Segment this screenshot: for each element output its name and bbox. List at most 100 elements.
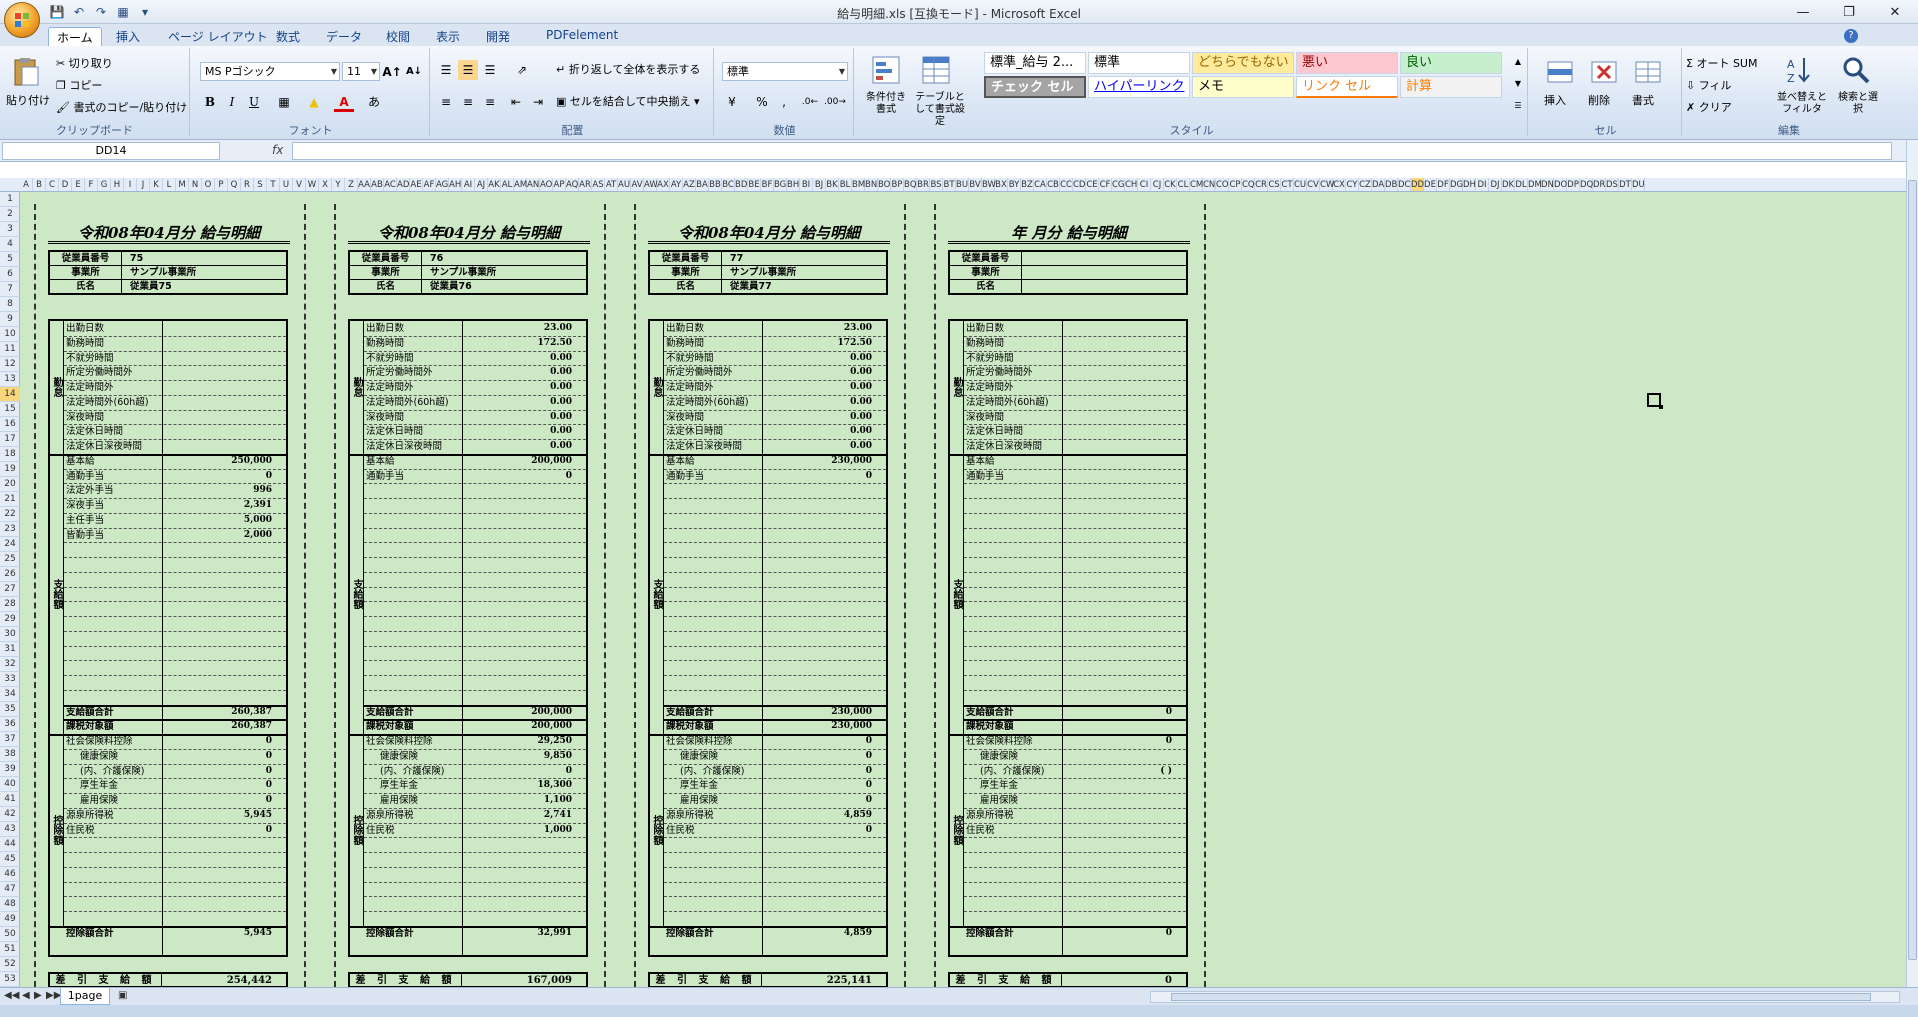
row-header[interactable]: 31 bbox=[0, 642, 20, 657]
sheet-tab-1page[interactable]: 1page bbox=[60, 988, 110, 1005]
sort-filter-icon[interactable]: AZ bbox=[1784, 54, 1816, 86]
total-deduction-value[interactable]: 4,859 bbox=[844, 926, 872, 941]
column-header[interactable]: BE bbox=[748, 178, 761, 191]
deduction-value[interactable]: 0 bbox=[266, 778, 272, 793]
tab-2[interactable]: ページ レイアウト bbox=[160, 27, 276, 46]
column-header[interactable]: DP bbox=[1567, 178, 1580, 191]
fill-color-icon[interactable]: ▲ bbox=[304, 92, 324, 112]
font-name-select[interactable]: MS Pゴシック ▼ bbox=[200, 62, 340, 81]
deduction-value[interactable]: 0 bbox=[266, 793, 272, 808]
total-deduction-value[interactable]: 0 bbox=[1166, 926, 1172, 941]
column-header[interactable]: DU bbox=[1632, 178, 1645, 191]
row-header[interactable]: 15 bbox=[0, 402, 20, 417]
deduction-value[interactable]: 0 bbox=[266, 764, 272, 779]
column-header[interactable]: AI bbox=[462, 178, 475, 191]
row-header[interactable]: 12 bbox=[0, 357, 20, 372]
column-header[interactable]: AJ bbox=[475, 178, 488, 191]
deduction-value[interactable]: 0 bbox=[266, 749, 272, 764]
column-header[interactable]: CI bbox=[1138, 178, 1151, 191]
column-header[interactable]: AC bbox=[384, 178, 397, 191]
column-header[interactable]: DR bbox=[1593, 178, 1606, 191]
row-header[interactable]: 20 bbox=[0, 477, 20, 492]
column-header[interactable]: C bbox=[46, 178, 59, 191]
horizontal-scrollbar[interactable] bbox=[1150, 991, 1900, 1003]
deduction-value[interactable]: 0 bbox=[866, 778, 872, 793]
tab-6[interactable]: 表示 bbox=[428, 27, 468, 46]
horizontal-scroll-thumb[interactable] bbox=[1171, 993, 1871, 1001]
style-cell-1[interactable]: 標準 bbox=[1088, 52, 1190, 74]
column-header[interactable]: AW bbox=[644, 178, 658, 191]
prev-sheet-icon[interactable]: ◀ bbox=[22, 990, 30, 1001]
column-header[interactable]: CX bbox=[1333, 178, 1346, 191]
pay-item-value[interactable]: 0 bbox=[866, 469, 872, 484]
column-header[interactable]: D bbox=[59, 178, 72, 191]
underline-button[interactable]: U bbox=[244, 92, 264, 112]
deduction-value[interactable]: 0 bbox=[866, 749, 872, 764]
column-header[interactable]: BD bbox=[735, 178, 748, 191]
column-header[interactable]: AF bbox=[423, 178, 436, 191]
column-header[interactable]: CM bbox=[1190, 178, 1203, 191]
row-header[interactable]: 42 bbox=[0, 807, 20, 822]
column-header[interactable]: AA bbox=[358, 178, 371, 191]
percent-button[interactable]: % bbox=[752, 92, 772, 112]
row-header[interactable]: 40 bbox=[0, 777, 20, 792]
attendance-value[interactable]: 0.00 bbox=[550, 439, 572, 454]
column-header[interactable]: BL bbox=[839, 178, 852, 191]
column-header[interactable]: BV bbox=[969, 178, 982, 191]
column-header[interactable]: BN bbox=[865, 178, 878, 191]
column-header[interactable]: DL bbox=[1515, 178, 1528, 191]
row-header[interactable]: 51 bbox=[0, 942, 20, 957]
total-value[interactable]: 230,000 bbox=[831, 705, 872, 720]
row-header[interactable]: 35 bbox=[0, 702, 20, 717]
row-header[interactable]: 28 bbox=[0, 597, 20, 612]
column-header[interactable]: BG bbox=[774, 178, 787, 191]
row-header[interactable]: 43 bbox=[0, 822, 20, 837]
row-header[interactable]: 45 bbox=[0, 852, 20, 867]
deduction-value[interactable]: 0 bbox=[866, 734, 872, 749]
column-header[interactable]: M bbox=[176, 178, 189, 191]
column-header[interactable]: DQ bbox=[1580, 178, 1593, 191]
pay-item-value[interactable]: 5,000 bbox=[244, 513, 272, 528]
column-header[interactable]: N bbox=[189, 178, 202, 191]
column-header[interactable]: AG bbox=[436, 178, 449, 191]
align-bottom-icon[interactable]: ☰ bbox=[480, 60, 500, 80]
row-header[interactable]: 49 bbox=[0, 912, 20, 927]
active-cell-cursor[interactable] bbox=[1647, 393, 1663, 409]
vertical-scrollbar[interactable] bbox=[1906, 140, 1918, 1000]
row-header[interactable]: 9 bbox=[0, 312, 20, 327]
column-header[interactable]: AZ bbox=[683, 178, 696, 191]
deduction-value[interactable]: 4,859 bbox=[844, 808, 872, 823]
column-header[interactable]: AQ bbox=[566, 178, 579, 191]
deduction-value[interactable]: 0 bbox=[266, 734, 272, 749]
total-value[interactable]: 200,000 bbox=[531, 719, 572, 734]
deduction-value[interactable]: 5,945 bbox=[244, 808, 272, 823]
pay-item-value[interactable]: 200,000 bbox=[531, 454, 572, 469]
column-header[interactable]: CN bbox=[1203, 178, 1216, 191]
attendance-value[interactable]: 0.00 bbox=[850, 424, 872, 439]
attendance-value[interactable]: 0.00 bbox=[850, 380, 872, 395]
total-value[interactable]: 200,000 bbox=[531, 705, 572, 720]
column-header[interactable]: CV bbox=[1307, 178, 1320, 191]
increase-decimal-icon[interactable]: .0← bbox=[800, 92, 820, 112]
align-center-icon[interactable]: ≡ bbox=[458, 92, 478, 112]
column-header[interactable]: BW bbox=[982, 178, 996, 191]
attendance-value[interactable]: 0.00 bbox=[850, 395, 872, 410]
row-header[interactable]: 8 bbox=[0, 297, 20, 312]
column-header[interactable]: BA bbox=[696, 178, 709, 191]
row-header[interactable]: 13 bbox=[0, 372, 20, 387]
attendance-value[interactable]: 23.00 bbox=[844, 321, 872, 336]
fill-button[interactable]: ⇩ フィル bbox=[1686, 76, 1732, 96]
deduction-value[interactable]: 0 bbox=[866, 823, 872, 838]
row-header[interactable]: 7 bbox=[0, 282, 20, 297]
column-header[interactable]: CP bbox=[1229, 178, 1242, 191]
column-header[interactable]: B bbox=[33, 178, 46, 191]
row-header[interactable]: 44 bbox=[0, 837, 20, 852]
column-header[interactable]: CF bbox=[1099, 178, 1112, 191]
minimize-button[interactable]: — bbox=[1780, 0, 1826, 24]
attendance-value[interactable]: 0.00 bbox=[850, 365, 872, 380]
column-header[interactable]: CR bbox=[1255, 178, 1268, 191]
column-header[interactable]: AX bbox=[657, 178, 670, 191]
pay-item-value[interactable]: 230,000 bbox=[831, 454, 872, 469]
delete-cells-icon[interactable] bbox=[1588, 56, 1620, 88]
paste-button[interactable]: 貼り付け bbox=[6, 92, 50, 108]
